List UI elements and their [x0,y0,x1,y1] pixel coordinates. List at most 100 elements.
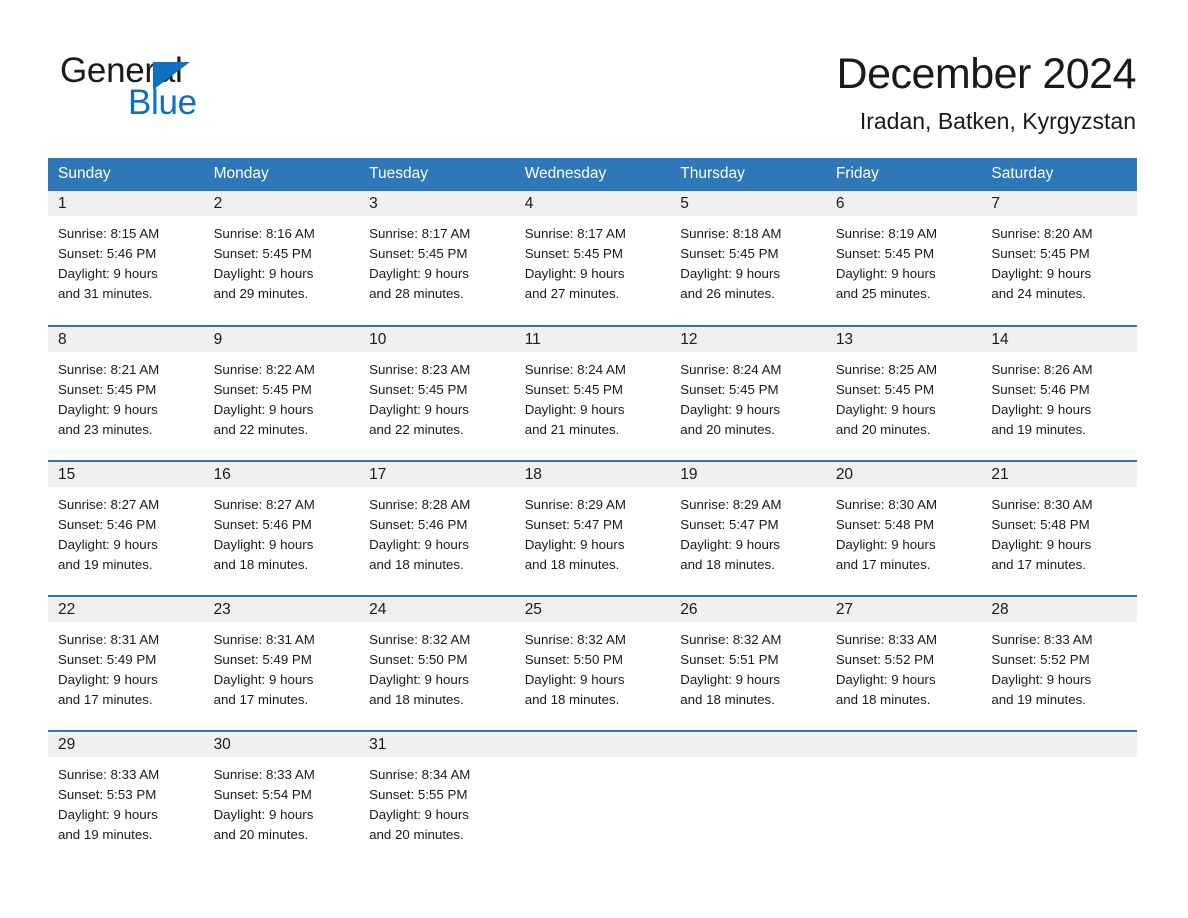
day-details: Sunrise: 8:32 AM Sunset: 5:50 PM Daylight:… [359,622,515,710]
daylight-text-line1: Daylight: 9 hours [58,807,158,822]
calendar-day-cell[interactable]: 26 Sunrise: 8:32 AM Sunset: 5:51 PM Dayligh… [670,595,826,731]
sunrise-text: Sunrise: 8:18 AM [680,226,782,241]
calendar-day-cell[interactable]: 5 Sunrise: 8:18 AM Sunset: 5:45 PM Daylight… [670,191,826,326]
calendar-day-cell[interactable]: 7 Sunrise: 8:20 AM Sunset: 5:45 PM Daylight… [981,191,1137,326]
daylight-text-line1: Daylight: 9 hours [58,537,158,552]
calendar-day-cell[interactable]: 30 Sunrise: 8:33 AM Sunset: 5:54 PM Dayligh… [203,730,360,866]
daylight-text-line1: Daylight: 9 hours [835,266,936,281]
calendar-day-cell[interactable]: 25 Sunrise: 8:32 AM Sunset: 5:50 PM Dayligh… [514,595,671,731]
day-details: Sunrise: 8:25 AM Sunset: 5:45 PM Daylight:… [826,352,982,440]
day-number: 3 [359,191,515,216]
calendar-day-cell[interactable]: 2 Sunrise: 8:16 AM Sunset: 5:45 PM Daylight… [203,191,360,326]
brand-logo[interactable]: General Blue [60,52,320,122]
title-block: December 2024 Iradan, Batken, Kyrgyzstan [837,48,1137,135]
calendar-day-cell[interactable]: 4 Sunrise: 8:17 AM Sunset: 5:45 PM Daylight… [514,191,671,326]
daylight-text-line1: Daylight: 9 hours [58,266,158,281]
day-details: Sunrise: 8:18 AM Sunset: 5:45 PM Daylight:… [670,216,826,304]
sunrise-text: Sunrise: 8:17 AM [524,226,626,241]
sunrise-text: Sunrise: 8:21 AM [58,362,160,377]
day-number [825,732,982,757]
daylight-text-line1: Daylight: 9 hours [369,537,469,552]
daylight-text-line2: and 22 minutes. [213,422,309,437]
day-details: Sunrise: 8:30 AM Sunset: 5:48 PM Daylight:… [981,487,1137,575]
daylight-text-line1: Daylight: 9 hours [213,402,314,417]
day-details: Sunrise: 8:17 AM Sunset: 5:45 PM Daylight:… [359,216,515,304]
daylight-text-line2: and 18 minutes. [680,557,775,572]
day-number: 18 [514,462,671,487]
calendar-day-cell[interactable]: 20 Sunrise: 8:30 AM Sunset: 5:48 PM Dayligh… [825,460,982,596]
daylight-text-line1: Daylight: 9 hours [213,807,314,822]
daylight-text-line2: and 18 minutes. [835,692,931,707]
calendar-day-cell[interactable]: 21 Sunrise: 8:30 AM Sunset: 5:48 PM Dayligh… [981,460,1137,596]
calendar-day-cell[interactable]: 16 Sunrise: 8:27 AM Sunset: 5:46 PM Dayligh… [203,460,360,596]
sunrise-text: Sunrise: 8:20 AM [991,226,1093,241]
daylight-text-line1: Daylight: 9 hours [680,402,781,417]
calendar-day-cell[interactable]: 31 Sunrise: 8:34 AM Sunset: 5:55 PM Dayligh… [359,730,515,866]
sunset-text: Sunset: 5:46 PM [369,517,468,532]
calendar-day-cell[interactable]: 22 Sunrise: 8:31 AM Sunset: 5:49 PM Dayligh… [48,595,204,731]
day-number: 11 [514,327,671,352]
day-details: Sunrise: 8:30 AM Sunset: 5:48 PM Daylight:… [826,487,982,575]
daylight-text-line2: and 19 minutes. [58,827,153,842]
daylight-text-line2: and 17 minutes. [835,557,931,572]
weekday-header-tuesday: Tuesday [359,158,515,191]
daylight-text-line1: Daylight: 9 hours [835,672,936,687]
daylight-text-line2: and 17 minutes. [991,557,1086,572]
daylight-text-line1: Daylight: 9 hours [524,402,625,417]
calendar-day-cell[interactable]: 27 Sunrise: 8:33 AM Sunset: 5:52 PM Dayligh… [825,595,982,731]
weekday-header-friday: Friday [825,158,982,191]
calendar-day-cell[interactable]: 17 Sunrise: 8:28 AM Sunset: 5:46 PM Dayligh… [359,460,515,596]
day-details: Sunrise: 8:31 AM Sunset: 5:49 PM Daylight:… [48,622,204,710]
day-details: Sunrise: 8:32 AM Sunset: 5:51 PM Daylight:… [670,622,826,710]
calendar-day-cell[interactable]: 9 Sunrise: 8:22 AM Sunset: 5:45 PM Daylight… [203,325,360,461]
day-details: Sunrise: 8:23 AM Sunset: 5:45 PM Daylight:… [359,352,515,440]
daylight-text-line1: Daylight: 9 hours [835,402,936,417]
sunset-text: Sunset: 5:45 PM [680,382,779,397]
weekday-header-thursday: Thursday [670,158,826,191]
calendar-day-cell[interactable]: 18 Sunrise: 8:29 AM Sunset: 5:47 PM Dayligh… [514,460,671,596]
sunrise-text: Sunrise: 8:33 AM [213,767,315,782]
location-subtitle: Iradan, Batken, Kyrgyzstan [859,108,1136,134]
calendar-day-cell[interactable]: 1 Sunrise: 8:15 AM Sunset: 5:46 PM Daylight… [48,191,204,326]
calendar-week-row: 8 Sunrise: 8:21 AM Sunset: 5:45 PM Daylight… [48,325,1137,461]
day-number: 5 [670,191,826,216]
day-details: Sunrise: 8:29 AM Sunset: 5:47 PM Daylight:… [515,487,671,575]
daylight-text-line1: Daylight: 9 hours [991,672,1092,687]
calendar-day-cell[interactable]: 11 Sunrise: 8:24 AM Sunset: 5:45 PM Dayligh… [514,325,671,461]
calendar-body: 1 Sunrise: 8:15 AM Sunset: 5:46 PM Daylight… [48,191,1137,866]
daylight-text-line1: Daylight: 9 hours [213,672,314,687]
daylight-text-line1: Daylight: 9 hours [524,672,625,687]
calendar-page: General Blue December 2024 Iradan, Batke… [0,0,1188,918]
calendar-day-cell[interactable]: 19 Sunrise: 8:29 AM Sunset: 5:47 PM Dayligh… [670,460,826,596]
sunrise-text: Sunrise: 8:32 AM [369,632,471,647]
calendar-day-cell[interactable]: 13 Sunrise: 8:25 AM Sunset: 5:45 PM Dayligh… [825,325,982,461]
daylight-text-line1: Daylight: 9 hours [213,266,314,281]
calendar-day-cell[interactable]: 10 Sunrise: 8:23 AM Sunset: 5:45 PM Dayligh… [359,325,515,461]
sunrise-text: Sunrise: 8:19 AM [835,226,938,241]
daylight-text-line2: and 18 minutes. [680,692,775,707]
calendar-day-cell[interactable]: 3 Sunrise: 8:17 AM Sunset: 5:45 PM Daylight… [359,191,515,326]
sunrise-text: Sunrise: 8:15 AM [58,226,160,241]
sunrise-text: Sunrise: 8:33 AM [58,767,160,782]
calendar-day-cell[interactable]: 15 Sunrise: 8:27 AM Sunset: 5:46 PM Dayligh… [48,460,204,596]
day-details: Sunrise: 8:34 AM Sunset: 5:55 PM Daylight:… [359,757,515,845]
daylight-text-line1: Daylight: 9 hours [991,537,1092,552]
day-number: 17 [359,462,515,487]
sunset-text: Sunset: 5:49 PM [213,652,312,667]
calendar-day-cell[interactable]: 6 Sunrise: 8:19 AM Sunset: 5:45 PM Daylight… [825,191,982,326]
calendar-day-cell[interactable]: 28 Sunrise: 8:33 AM Sunset: 5:52 PM Dayligh… [981,595,1137,731]
daylight-text-line2: and 24 minutes. [991,286,1086,301]
sunset-text: Sunset: 5:45 PM [213,246,312,261]
daylight-text-line2: and 28 minutes. [369,286,464,301]
calendar-day-cell[interactable]: 14 Sunrise: 8:26 AM Sunset: 5:46 PM Dayligh… [981,325,1137,461]
calendar-day-cell[interactable]: 12 Sunrise: 8:24 AM Sunset: 5:45 PM Dayligh… [670,325,826,461]
calendar-day-cell[interactable]: 24 Sunrise: 8:32 AM Sunset: 5:50 PM Dayligh… [359,595,515,731]
sunset-text: Sunset: 5:45 PM [835,382,935,397]
day-number: 29 [48,732,204,757]
calendar-day-cell[interactable]: 8 Sunrise: 8:21 AM Sunset: 5:45 PM Daylight… [48,325,204,461]
day-number [514,732,671,757]
daylight-text-line1: Daylight: 9 hours [58,402,158,417]
day-details: Sunrise: 8:17 AM Sunset: 5:45 PM Daylight:… [515,216,671,304]
calendar-day-cell[interactable]: 23 Sunrise: 8:31 AM Sunset: 5:49 PM Dayligh… [203,595,360,731]
calendar-day-cell[interactable]: 29 Sunrise: 8:33 AM Sunset: 5:53 PM Dayligh… [48,730,204,866]
